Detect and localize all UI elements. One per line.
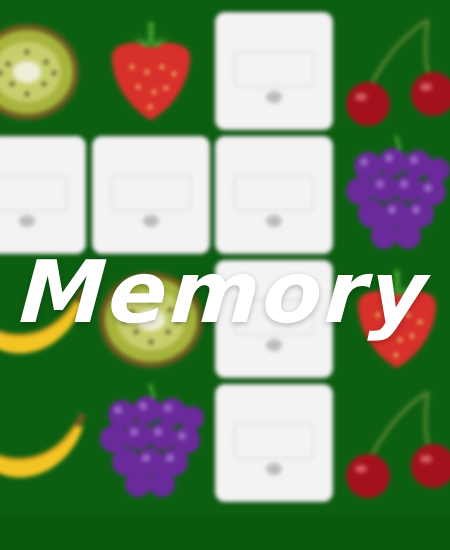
grapes-icon <box>338 136 450 254</box>
kiwi-icon <box>0 12 86 130</box>
card-back-emblem-icon <box>19 215 35 227</box>
cherries-icon <box>338 12 450 130</box>
strawberry-icon <box>92 12 210 130</box>
banana-icon <box>0 384 86 502</box>
card-face-down[interactable] <box>215 384 333 502</box>
card-back-emblem-icon <box>266 463 282 475</box>
card-face-up-grapes[interactable] <box>92 384 210 502</box>
card-face-down[interactable] <box>92 136 210 254</box>
game-title: Memory <box>16 243 434 343</box>
card-back-emblem-icon <box>143 215 159 227</box>
cherries-icon <box>338 384 450 502</box>
card-back-panel <box>234 423 314 459</box>
card-face-up-kiwi[interactable] <box>0 12 86 130</box>
grapes-icon <box>92 384 210 502</box>
card-back-panel <box>111 175 191 211</box>
card-face-up-cherries[interactable] <box>338 12 450 130</box>
card-back-panel <box>234 51 314 87</box>
card-face-up-cherries[interactable] <box>338 384 450 502</box>
card-face-down[interactable] <box>215 12 333 130</box>
game-screen: Memory <box>0 0 450 550</box>
card-face-down[interactable] <box>215 136 333 254</box>
card-face-up-strawberry[interactable] <box>92 12 210 130</box>
card-back-panel <box>0 175 67 211</box>
status-bar <box>0 516 450 550</box>
card-face-up-banana[interactable] <box>0 384 86 502</box>
card-back-emblem-icon <box>266 215 282 227</box>
card-face-down[interactable] <box>0 136 86 254</box>
card-back-emblem-icon <box>266 91 282 103</box>
card-back-panel <box>234 175 314 211</box>
card-face-up-grapes[interactable] <box>338 136 450 254</box>
